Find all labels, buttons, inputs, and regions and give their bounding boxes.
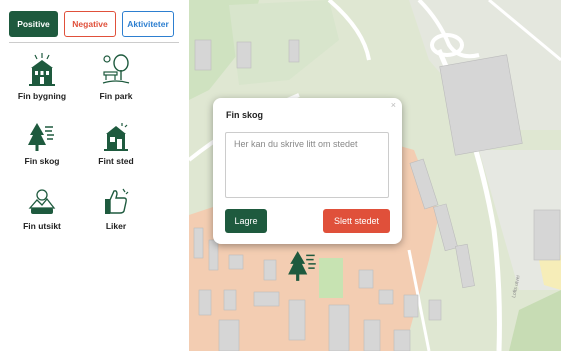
category-fint-sted[interactable]: Fint sted xyxy=(81,121,151,166)
view-icon xyxy=(28,189,56,214)
thumbs-up-icon xyxy=(105,188,129,214)
close-icon[interactable]: × xyxy=(391,100,396,110)
category-label: Fin park xyxy=(99,91,133,101)
tab-negative[interactable]: Negative xyxy=(64,11,116,37)
category-fin-bygning[interactable]: Fin bygning xyxy=(7,52,77,101)
building-icon xyxy=(29,53,55,86)
tab-divider xyxy=(9,42,179,43)
category-liker[interactable]: Liker xyxy=(81,186,151,231)
popup-title: Fin skog xyxy=(226,110,264,120)
tab-positive[interactable]: Positive xyxy=(9,11,58,37)
forest-icon xyxy=(288,251,316,281)
category-label: Fint sted xyxy=(98,156,134,166)
description-textarea[interactable] xyxy=(225,132,389,198)
park-icon xyxy=(102,54,130,84)
category-fin-utsikt[interactable]: Fin utsikt xyxy=(7,186,77,231)
category-label: Liker xyxy=(105,221,127,231)
category-fin-skog[interactable]: Fin skog xyxy=(7,121,77,166)
category-label: Fin bygning xyxy=(17,91,67,101)
category-label: Fin utsikt xyxy=(23,221,61,231)
save-button[interactable]: Lagre xyxy=(225,209,267,233)
sidebar: Positive Negative Aktiviteter Fin bygnin… xyxy=(0,0,186,351)
category-fin-park[interactable]: Fin park xyxy=(81,52,151,101)
category-label: Fin skog xyxy=(24,156,60,166)
map-marker[interactable] xyxy=(287,249,319,288)
tab-aktiviteter[interactable]: Aktiviteter xyxy=(122,11,174,37)
place-icon xyxy=(104,123,128,151)
forest-icon xyxy=(28,123,54,151)
delete-place-button[interactable]: Slett stedet xyxy=(323,209,390,233)
place-popup: Fin skog × Lagre Slett stedet xyxy=(213,98,402,244)
category-tabs: Positive Negative Aktiviteter xyxy=(9,11,174,37)
